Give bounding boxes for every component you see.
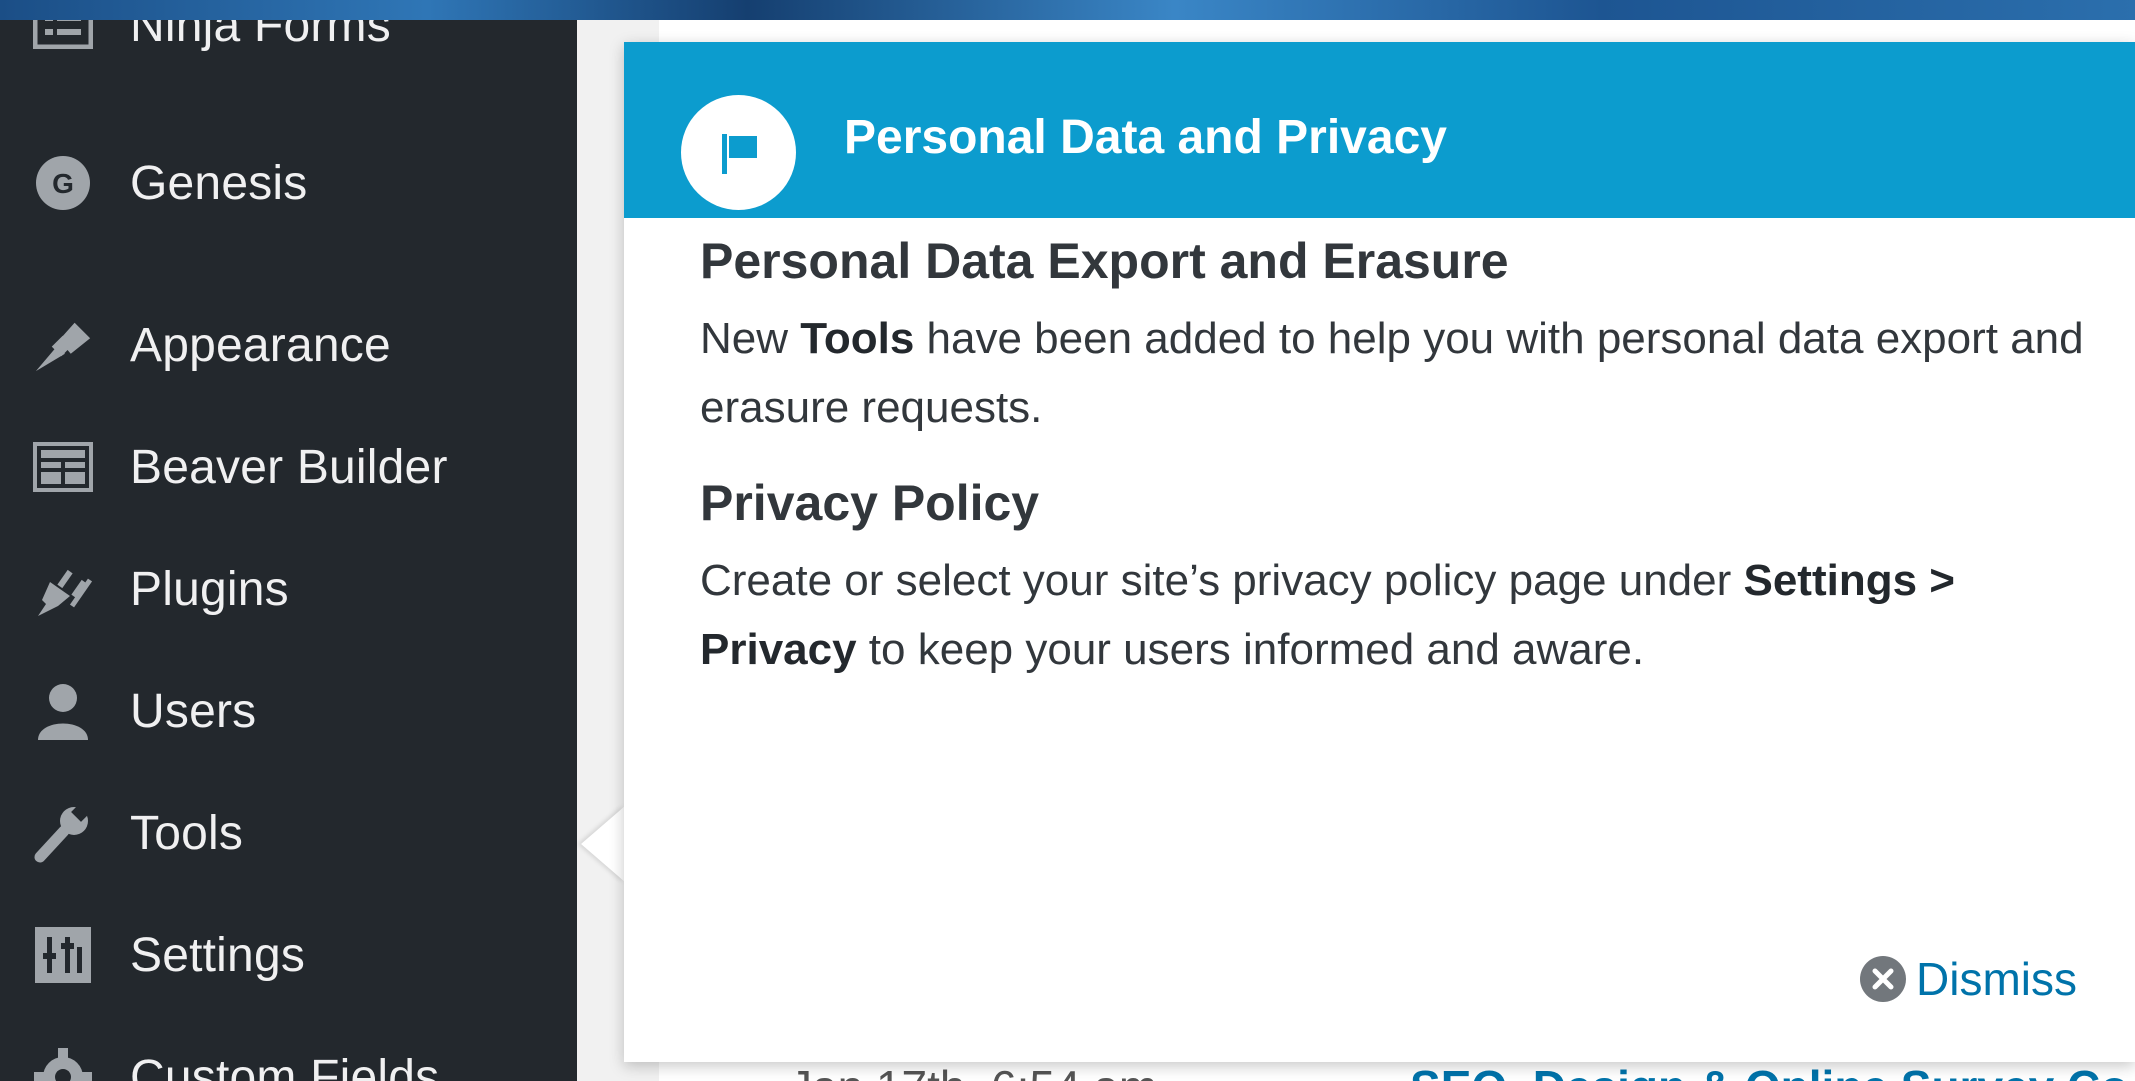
gear-icon bbox=[32, 1046, 94, 1081]
close-icon bbox=[1860, 956, 1907, 1002]
text-segment: to keep your users informed and aware. bbox=[856, 625, 1645, 674]
sidebar-item-label: Users bbox=[130, 684, 257, 738]
genesis-badge-letter: G bbox=[52, 168, 74, 199]
sliders-icon bbox=[32, 924, 94, 986]
sidebar-item-custom-fields[interactable]: Custom Fields bbox=[0, 1032, 577, 1081]
sidebar-item-tools[interactable]: Tools bbox=[0, 788, 577, 878]
sidebar-item-label: Custom Fields bbox=[130, 1050, 440, 1081]
sidebar-item-beaver-builder[interactable]: Beaver Builder bbox=[0, 422, 577, 512]
sidebar-item-users[interactable]: Users bbox=[0, 666, 577, 756]
user-icon bbox=[32, 680, 94, 742]
pointer-arrow bbox=[581, 806, 625, 882]
sidebar-item-plugins[interactable]: Plugins bbox=[0, 544, 577, 634]
export-erasure-text: New Tools have been added to help you wi… bbox=[700, 304, 2100, 442]
privacy-policy-text: Create or select your site’s privacy pol… bbox=[700, 546, 2100, 684]
paintbrush-icon bbox=[32, 314, 94, 376]
sidebar-item-label: Beaver Builder bbox=[130, 440, 448, 494]
sidebar-item-label: Settings bbox=[130, 928, 306, 982]
sidebar-item-label: Tools bbox=[130, 806, 244, 860]
sidebar-item-label: Genesis bbox=[130, 156, 308, 210]
wrench-icon bbox=[32, 802, 94, 864]
sidebar-item-appearance[interactable]: Appearance bbox=[0, 300, 577, 390]
privacy-pointer-popup: Personal Data and Privacy Personal Data … bbox=[624, 42, 2135, 1062]
sidebar-item-ninja-forms[interactable]: Ninja Forms bbox=[0, 20, 577, 70]
sidebar-item-label: Plugins bbox=[130, 562, 289, 616]
text-segment: Create or select your site’s privacy pol… bbox=[700, 556, 1744, 605]
flag-icon bbox=[681, 95, 796, 210]
dismiss-button[interactable]: Dismiss bbox=[1860, 952, 2077, 1006]
text-segment: New bbox=[700, 314, 801, 363]
pointer-title: Personal Data and Privacy bbox=[844, 111, 1447, 164]
export-erasure-heading: Personal Data Export and Erasure bbox=[700, 233, 1509, 289]
layout-icon bbox=[32, 436, 94, 498]
sidebar-item-label: Ninja Forms bbox=[130, 20, 391, 52]
desktop-background-strip bbox=[0, 0, 2135, 20]
sidebar-item-genesis[interactable]: G Genesis bbox=[0, 138, 577, 228]
tools-link-text: Tools bbox=[800, 314, 915, 363]
admin-sidebar: Ninja Forms G Genesis Appearance Beaver … bbox=[0, 20, 577, 1081]
genesis-icon: G bbox=[32, 152, 94, 214]
sidebar-item-label: Appearance bbox=[130, 318, 391, 372]
dismiss-label: Dismiss bbox=[1916, 953, 2077, 1005]
activity-link[interactable]: SEO, Design & Online Survey Co bbox=[1410, 1061, 2128, 1081]
recent-activity-row: Jan 17th, 6:54 am SEO, Design & Online S… bbox=[789, 1060, 2128, 1081]
privacy-policy-heading: Privacy Policy bbox=[700, 475, 1040, 531]
plugin-icon bbox=[32, 558, 94, 620]
pointer-header: Personal Data and Privacy bbox=[624, 42, 2135, 218]
activity-date: Jan 17th, 6:54 am bbox=[789, 1061, 1157, 1081]
list-icon bbox=[32, 20, 94, 56]
sidebar-item-settings[interactable]: Settings bbox=[0, 910, 577, 1000]
